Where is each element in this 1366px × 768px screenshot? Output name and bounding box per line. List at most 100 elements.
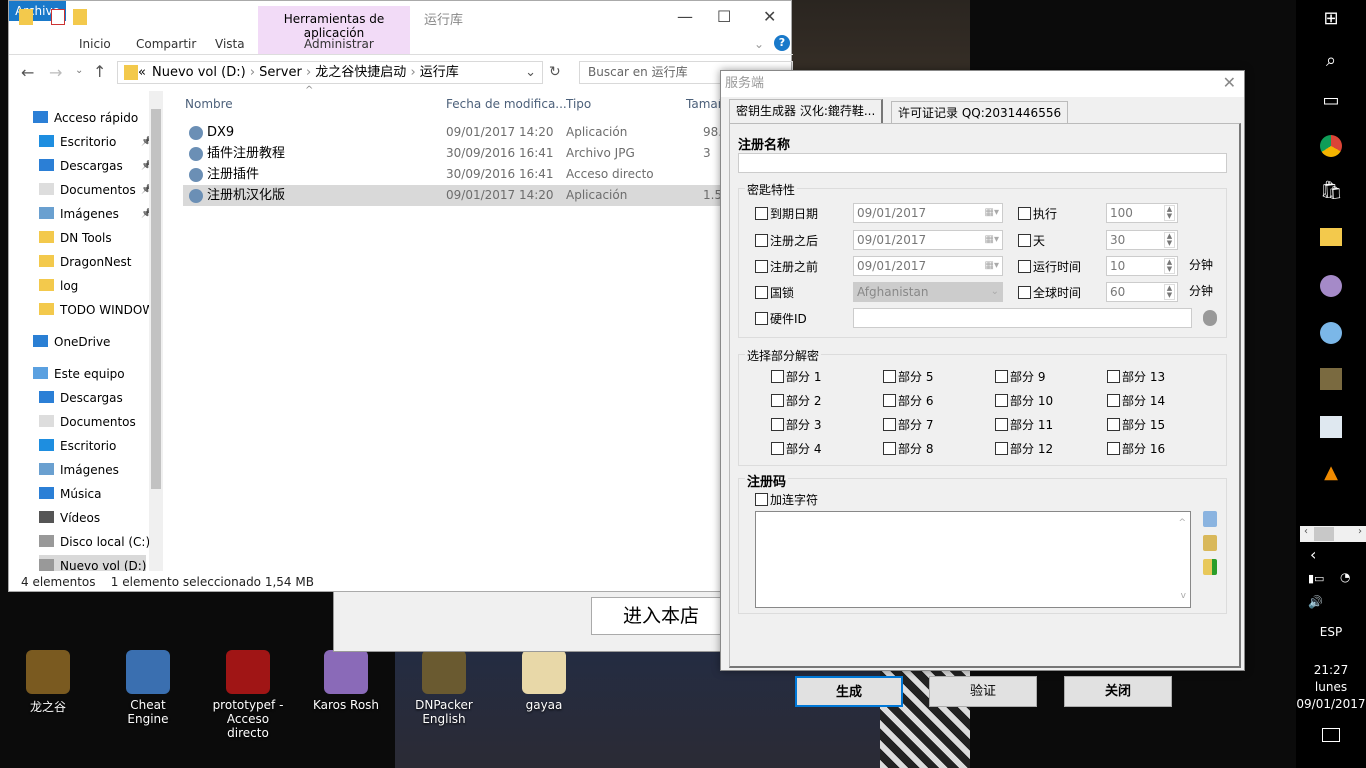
desktop-icon[interactable]: DNPacker English [404, 650, 484, 726]
add-icon[interactable] [1203, 559, 1217, 575]
number-spinner[interactable]: 100 ▲ ▼ [1106, 203, 1178, 223]
part-checkbox[interactable]: 部分 2 [771, 394, 821, 408]
checkbox-box[interactable] [883, 442, 896, 455]
part-checkbox[interactable]: 部分 16 [1107, 442, 1165, 456]
folder-icon[interactable] [19, 9, 33, 25]
hardware-id-input[interactable] [853, 308, 1192, 328]
ribbon-expand-icon[interactable]: ⌄ [754, 37, 764, 51]
property-checkbox[interactable]: 运行时间 [1018, 260, 1081, 274]
dialog-close-button[interactable]: ✕ [1223, 73, 1236, 92]
breadcrumb-4[interactable]: 运行库 [420, 65, 459, 80]
nav-item[interactable]: Documentos [39, 411, 136, 433]
recent-dropdown[interactable]: ⌄ [75, 65, 83, 76]
chevron-down-icon[interactable]: ⌄ [991, 283, 999, 301]
desktop-icon[interactable]: Cheat Engine [108, 650, 188, 726]
nav-item[interactable]: Nuevo vol (D:) [39, 555, 147, 571]
nav-item[interactable]: Escritorio [39, 435, 116, 457]
nav-item[interactable]: Descargas 📌 [39, 155, 152, 177]
checkbox-box[interactable] [995, 418, 1008, 431]
reg-code-textarea[interactable]: ^ v [755, 511, 1191, 608]
property-checkbox[interactable]: 到期日期 [755, 207, 818, 221]
checkbox-box[interactable] [755, 312, 768, 325]
date-picker[interactable]: 09/01/2017 ▦▾ [853, 256, 1003, 276]
part-checkbox[interactable]: 部分 10 [995, 394, 1053, 408]
property-checkbox[interactable]: 全球时间 [1018, 286, 1081, 300]
file-row[interactable]: 插件注册教程 30/09/2016 16:41 Archivo JPG 3 [183, 143, 793, 164]
language-indicator[interactable]: ESP [1296, 625, 1366, 639]
part-checkbox[interactable]: 部分 13 [1107, 370, 1165, 384]
checkbox-box[interactable] [771, 370, 784, 383]
nav-item[interactable]: DN Tools [39, 227, 112, 249]
number-spinner[interactable]: 30 ▲ ▼ [1106, 230, 1178, 250]
spinner-arrows-icon[interactable]: ▲ ▼ [1164, 258, 1175, 274]
nav-item[interactable]: Escritorio 📌 [39, 131, 152, 153]
tab-vista[interactable]: Vista [215, 37, 245, 51]
vlc-icon[interactable]: ▲ [1320, 462, 1342, 484]
nav-item[interactable]: Vídeos [39, 507, 100, 529]
copy-icon[interactable] [1203, 511, 1217, 527]
search-icon[interactable]: ⌕ [1320, 50, 1342, 72]
property-checkbox[interactable]: 天 [1018, 234, 1045, 248]
nav-item[interactable]: OneDrive [33, 331, 110, 353]
desktop-icon[interactable]: 龙之谷 [8, 650, 88, 715]
checkbox-box[interactable] [755, 207, 768, 220]
tab-inicio[interactable]: Inicio [79, 37, 111, 51]
volume-icon[interactable]: 🔊 [1308, 595, 1323, 609]
part-checkbox[interactable]: 部分 12 [995, 442, 1053, 456]
nav-item[interactable]: Documentos 📌 [39, 179, 152, 201]
spinner-arrows-icon[interactable]: ▲ ▼ [1164, 284, 1175, 300]
dragon-nest-icon[interactable] [1320, 368, 1342, 390]
desktop-icon[interactable]: prototypef - Acceso directo [208, 650, 288, 740]
checkbox-box[interactable] [883, 418, 896, 431]
tab-key-generator[interactable]: 密钥生成器 汉化:鎞荇鞋... [729, 99, 884, 124]
file-row[interactable]: DX9 09/01/2017 14:20 Aplicación 98.3 [183, 122, 793, 143]
properties-icon[interactable] [51, 9, 65, 25]
nav-item[interactable]: TODO WINDOW [39, 299, 154, 321]
tab-administrar[interactable]: Administrar [304, 37, 374, 51]
checkbox-box[interactable] [883, 370, 896, 383]
paste-icon[interactable] [1203, 535, 1217, 551]
property-checkbox[interactable]: 硬件ID [755, 312, 807, 326]
checkbox-box[interactable] [771, 442, 784, 455]
part-checkbox[interactable]: 部分 8 [883, 442, 933, 456]
close-dialog-button[interactable]: 关闭 [1064, 676, 1172, 707]
checkbox-box[interactable] [1018, 260, 1031, 273]
clock-time[interactable]: 21:27 [1296, 663, 1366, 677]
verify-button[interactable]: 验证 [929, 676, 1037, 707]
clock-date[interactable]: 09/01/2017 [1296, 697, 1366, 711]
nav-item[interactable]: Acceso rápido [33, 107, 138, 129]
part-checkbox[interactable]: 部分 11 [995, 418, 1053, 432]
column-header-date[interactable]: Fecha de modifica... [446, 97, 567, 111]
back-button[interactable]: ← [21, 63, 34, 82]
checkbox-box[interactable] [755, 286, 768, 299]
nav-item[interactable]: Imágenes [39, 459, 119, 481]
nav-item[interactable]: Descargas [39, 387, 123, 409]
checkbox-box[interactable] [755, 234, 768, 247]
nav-item[interactable]: Música [39, 483, 102, 505]
karos-icon[interactable] [1320, 275, 1342, 297]
desktop-icon[interactable]: gayaa [504, 650, 584, 712]
battery-icon[interactable]: ▮▭ [1308, 572, 1324, 585]
property-checkbox[interactable]: 注册之后 [755, 234, 818, 248]
checkbox-box[interactable] [771, 418, 784, 431]
country-select[interactable]: Afghanistan ⌄ [853, 282, 1003, 302]
calendar-icon[interactable]: ▦▾ [985, 231, 999, 249]
part-checkbox[interactable]: 部分 1 [771, 370, 821, 384]
chrome-icon[interactable] [1320, 135, 1342, 157]
enter-shop-button[interactable]: 进入本店 [591, 597, 731, 635]
address-bar[interactable]: « Nuevo vol (D:) › Server › 龙之谷快捷启动 › 运行… [117, 61, 543, 84]
file-row[interactable]: 注册插件 30/09/2016 16:41 Acceso directo [183, 164, 793, 185]
part-checkbox[interactable]: 部分 3 [771, 418, 821, 432]
paint-icon[interactable] [1320, 322, 1342, 344]
up-button[interactable]: ↑ [93, 62, 106, 81]
checkbox-box[interactable] [1018, 207, 1031, 220]
checkbox-box[interactable] [755, 260, 768, 273]
task-view-icon[interactable]: ▭ [1320, 90, 1342, 112]
checkbox-box[interactable] [1107, 370, 1120, 383]
number-spinner[interactable]: 60 ▲ ▼ [1106, 282, 1178, 302]
fetch-hwid-icon[interactable] [1203, 310, 1217, 326]
part-checkbox[interactable]: 部分 5 [883, 370, 933, 384]
show-hidden-icons-chevron[interactable]: ‹ [1310, 545, 1316, 564]
calendar-icon[interactable]: ▦▾ [985, 204, 999, 222]
nav-item[interactable]: Imágenes 📌 [39, 203, 152, 225]
